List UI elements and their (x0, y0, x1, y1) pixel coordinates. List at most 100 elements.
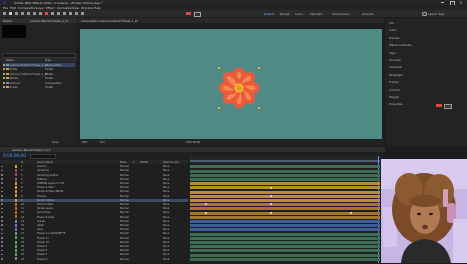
right-panel-item-wiggler[interactable]: Wiggler (389, 95, 399, 99)
visibility-eye-icon[interactable] (1, 207, 3, 210)
layer-mode-dropdown[interactable]: Normal (120, 165, 129, 168)
column-source-name[interactable]: Source Name (37, 161, 53, 164)
visibility-eye-icon[interactable] (1, 199, 3, 201)
layer-duration-bar[interactable] (190, 249, 380, 253)
layer-name[interactable]: Outlines (37, 178, 47, 181)
layer-parent-dropdown[interactable]: None (163, 203, 169, 206)
layer-duration-bar[interactable] (190, 190, 380, 194)
timeline-tab[interactable]: Lemons Tutorial Flower_1_LF (12, 148, 50, 152)
layer-name[interactable]: Glow (37, 228, 43, 231)
layer-duration-bar[interactable] (190, 203, 380, 207)
layer-duration-bar[interactable] (190, 232, 380, 236)
layer-name[interactable]: Flower 11 (37, 237, 49, 240)
layer-mode-dropdown[interactable]: Normal (120, 178, 129, 181)
camera-tool-icon[interactable] (33, 11, 36, 15)
visibility-eye-icon[interactable] (1, 173, 3, 176)
workspace-tab-small-screen[interactable]: Small Screen (332, 12, 350, 16)
home-icon[interactable] (3, 11, 6, 15)
layer-parent-dropdown[interactable]: None (163, 224, 169, 227)
layer-label-color[interactable] (15, 240, 17, 244)
right-panel-item-align[interactable]: Align (389, 51, 396, 55)
layer-mode-dropdown[interactable]: Normal (120, 249, 129, 252)
menu-effect[interactable]: Effect (46, 6, 55, 10)
visibility-eye-icon[interactable] (1, 236, 3, 239)
timeline-timecode[interactable]: 0;00;00;00 (3, 153, 26, 158)
hand-tool-icon[interactable] (15, 11, 18, 15)
quality-dropdown[interactable]: Full (100, 141, 104, 144)
layer-mode-dropdown[interactable]: Normal (120, 258, 129, 261)
layer-mode-dropdown[interactable]: Normal (120, 245, 129, 248)
layer-name[interactable]: Flower 6 (37, 258, 47, 261)
right-panel-item-character[interactable]: Character (389, 65, 402, 69)
workspace-tab-standard[interactable]: Standard (310, 12, 322, 16)
layer-duration-bar[interactable] (190, 182, 380, 186)
layer-name[interactable]: Stroke Layers (37, 207, 53, 210)
layer-mode-dropdown[interactable]: Normal (120, 241, 129, 244)
rotate-tool-icon[interactable] (27, 11, 30, 15)
visibility-eye-icon[interactable] (1, 215, 3, 218)
layer-parent-dropdown[interactable]: None (163, 253, 169, 256)
layer-name[interactable]: Circle & Stem (37, 203, 53, 206)
visibility-eye-icon[interactable] (1, 245, 3, 247)
layer-mode-dropdown[interactable]: Normal (120, 253, 129, 256)
layer-label-color[interactable] (15, 186, 17, 189)
layer-duration-bar[interactable] (190, 186, 380, 190)
layer-name[interactable]: LOGO (37, 224, 44, 227)
anchor-handle[interactable] (258, 67, 260, 69)
label-color-swatch[interactable] (3, 72, 5, 75)
layer-mode-dropdown[interactable]: Normal (120, 190, 129, 193)
stroke-color-icon[interactable] (194, 11, 201, 17)
right-panel-item-effects-presets[interactable]: Effects & Presets (389, 43, 412, 47)
layer-label-color[interactable] (15, 236, 17, 240)
workspace-tab-libraries[interactable]: Libraries (362, 12, 374, 16)
layer-mode-dropdown[interactable]: Normal (120, 182, 129, 185)
layer-parent-dropdown[interactable]: None (163, 178, 169, 181)
project-item[interactable]: Lemons Tutorial Flower_1_LF Composition (3, 63, 75, 67)
project-tab[interactable]: Project (3, 19, 12, 23)
layer-name[interactable]: Center Outline (37, 199, 54, 202)
layer-parent-dropdown[interactable]: None (163, 165, 169, 168)
zoom-dropdown[interactable]: 50% (82, 141, 88, 144)
layer-parent-dropdown[interactable]: None (163, 211, 169, 214)
visibility-eye-icon[interactable] (1, 203, 3, 205)
layer-label-color[interactable] (15, 219, 17, 223)
layer-duration-bar[interactable] (190, 215, 380, 219)
label-color-swatch[interactable] (3, 86, 5, 88)
keyframe-icon[interactable] (349, 211, 353, 215)
fill-color-icon[interactable] (186, 11, 191, 15)
layer-parent-dropdown[interactable]: None (163, 169, 169, 172)
visibility-eye-icon[interactable] (1, 182, 3, 184)
layer-label-color[interactable] (15, 257, 17, 261)
layer-name[interactable]: Leaves (37, 220, 45, 223)
layer-parent-dropdown[interactable]: None (163, 249, 169, 252)
layer-duration-bar[interactable] (190, 240, 380, 245)
layer-mode-dropdown[interactable]: Normal (120, 174, 129, 177)
bpc-indicator[interactable]: 8 bpc (52, 141, 59, 144)
label-color-swatch[interactable] (3, 68, 5, 71)
layer-label-color[interactable] (15, 228, 17, 231)
layer-parent-dropdown[interactable]: None (163, 220, 169, 223)
layer-parent-dropdown[interactable]: None (163, 241, 169, 244)
layer-label-color[interactable] (15, 177, 17, 181)
project-item[interactable]: Stroke Folder (3, 76, 75, 80)
comp-timecode[interactable]: 0;00;00;00 (186, 141, 200, 144)
properties-swatch-stroke[interactable] (444, 104, 452, 109)
layer-duration-bar[interactable] (190, 228, 380, 232)
layer-label-color[interactable] (15, 207, 17, 210)
layer-label-color[interactable] (15, 173, 17, 177)
anchor-handle[interactable] (218, 107, 220, 109)
layer-name[interactable]: Center & Stem 2BLUR (37, 190, 63, 193)
layer-mode-dropdown[interactable]: Normal (120, 203, 129, 206)
menu-view[interactable]: View (72, 6, 79, 10)
visibility-eye-icon[interactable] (1, 249, 3, 252)
layer-mode-dropdown[interactable]: Normal (120, 186, 129, 189)
column-name[interactable]: Name (6, 59, 14, 62)
label-color-swatch[interactable] (3, 64, 5, 66)
right-panel-item-audio[interactable]: Audio (389, 28, 397, 32)
layer-name[interactable]: Flower & Stem (37, 186, 55, 189)
column-type[interactable]: Type (45, 59, 51, 62)
layer-mode-dropdown[interactable]: Normal (120, 228, 129, 231)
layer-label-color[interactable] (15, 211, 17, 215)
layer-mode-dropdown[interactable]: Normal (120, 224, 129, 227)
search-help-input[interactable]: Search Help (428, 12, 444, 16)
